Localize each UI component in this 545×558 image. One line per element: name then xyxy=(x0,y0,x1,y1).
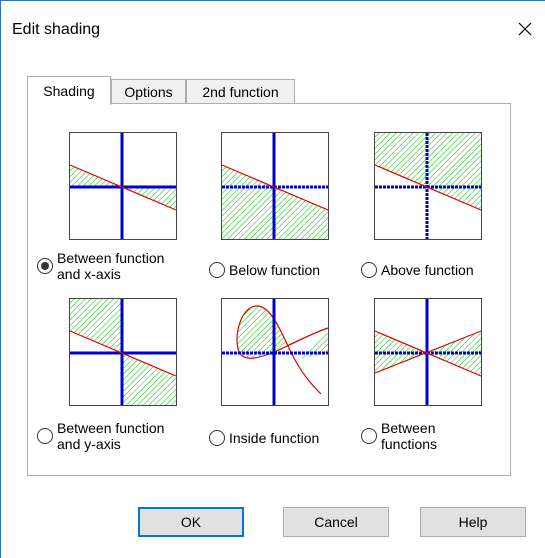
tab-options-label: Options xyxy=(124,84,173,100)
ok-button[interactable]: OK xyxy=(138,507,244,537)
ok-button-label: OK xyxy=(180,514,202,530)
option-label-above-function: Above function xyxy=(381,262,474,278)
edit-shading-dialog: Edit shading Shading Options 2nd functio… xyxy=(0,0,545,558)
radio-between-function-y-axis[interactable] xyxy=(37,428,53,444)
help-button[interactable]: Help xyxy=(420,507,526,537)
option-below-function[interactable]: Below function xyxy=(209,262,320,278)
option-between-function-x-axis[interactable]: Between function and x-axis xyxy=(37,250,164,282)
cancel-button[interactable]: Cancel xyxy=(283,507,389,537)
option-label-between-function-y-axis: Between function and y-axis xyxy=(57,420,164,452)
tab-2nd-function-label: 2nd function xyxy=(202,84,279,100)
tab-2nd-function[interactable]: 2nd function xyxy=(186,79,295,104)
option-label-line1: Between function xyxy=(57,420,165,436)
option-above-function[interactable]: Above function xyxy=(361,262,474,278)
option-between-function-y-axis[interactable]: Between function and y-axis xyxy=(37,420,164,452)
shade-above-function-icon xyxy=(374,132,482,240)
shade-inside-function-icon xyxy=(221,298,329,406)
option-label-line2: functions xyxy=(381,436,438,452)
shade-between-functions-icon xyxy=(374,298,482,406)
preview-above-function xyxy=(374,132,482,240)
shade-below-function-icon xyxy=(221,132,329,240)
radio-below-function[interactable] xyxy=(209,262,225,278)
help-button-label: Help xyxy=(458,514,488,530)
radio-above-function[interactable] xyxy=(361,262,377,278)
option-label-below-function: Below function xyxy=(229,262,321,278)
radio-inside-function[interactable] xyxy=(209,430,225,446)
preview-inside-function xyxy=(221,298,329,406)
option-label-line1: Between function xyxy=(57,250,165,266)
close-button[interactable] xyxy=(510,14,540,44)
radio-between-functions[interactable] xyxy=(361,428,377,444)
preview-between-function-x-axis xyxy=(69,132,177,240)
radio-selected-dot xyxy=(41,262,49,270)
option-inside-function[interactable]: Inside function xyxy=(209,430,319,446)
preview-below-function xyxy=(221,132,329,240)
preview-between-functions xyxy=(374,298,482,406)
option-label-line2: and y-axis xyxy=(57,436,121,452)
dialog-title: Edit shading xyxy=(12,21,101,38)
close-icon xyxy=(518,22,532,36)
tab-shading-label: Shading xyxy=(43,83,95,99)
tab-shading[interactable]: Shading xyxy=(27,76,111,105)
shading-tab-panel: Between function and x-axis Below functi… xyxy=(27,103,511,476)
option-label-inside-function: Inside function xyxy=(229,430,320,446)
option-label-between-function-x-axis: Between function and x-axis xyxy=(57,250,164,282)
shade-between-function-y-axis-icon xyxy=(69,298,177,406)
preview-between-function-y-axis xyxy=(69,298,177,406)
window-left-border xyxy=(0,0,1,558)
radio-between-function-x-axis[interactable] xyxy=(37,258,53,274)
option-label-line2: and x-axis xyxy=(57,266,121,282)
cancel-button-label: Cancel xyxy=(314,514,358,530)
tab-options[interactable]: Options xyxy=(111,79,186,104)
option-label-line1: Between xyxy=(381,420,436,436)
option-label-between-functions: Between functions xyxy=(381,420,437,452)
shade-between-function-x-axis-icon xyxy=(69,132,177,240)
option-between-functions[interactable]: Between functions xyxy=(361,420,437,452)
window-top-border xyxy=(0,0,545,1)
